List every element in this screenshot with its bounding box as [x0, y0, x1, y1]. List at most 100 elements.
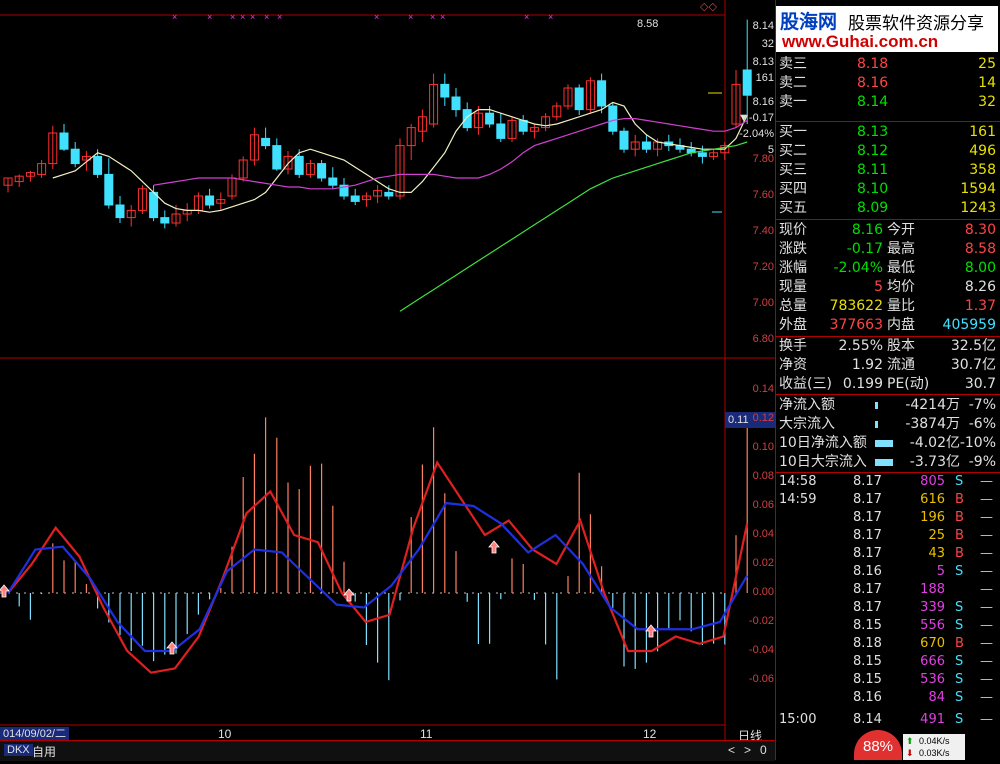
- candle[interactable]: [283, 151, 293, 175]
- candle[interactable]: [216, 192, 226, 211]
- candle[interactable]: [81, 151, 91, 171]
- signal-x-icon: ×: [548, 12, 553, 22]
- candle[interactable]: [48, 125, 58, 169]
- candle[interactable]: [249, 127, 259, 166]
- tick-row[interactable]: 8.17 339 S —: [775, 599, 1000, 617]
- candle[interactable]: [205, 188, 215, 209]
- tick-row[interactable]: 15:00 8.14 491 S —: [775, 711, 1000, 729]
- tick-row[interactable]: 8.18 670 B —: [775, 635, 1000, 653]
- kline-chart[interactable]: × × × × × × × × × × × × × 8.58 ◇◇ 8.14 32 8.13 161 8.16 ▼…: [0, 0, 775, 761]
- candle[interactable]: [272, 138, 282, 171]
- candle[interactable]: [70, 142, 80, 168]
- bid-row[interactable]: 买四 8.10 1594: [775, 180, 1000, 199]
- candle[interactable]: [417, 109, 427, 142]
- tick-row[interactable]: 8.17 188 —: [775, 581, 1000, 599]
- tick-price: 8.17: [853, 600, 882, 615]
- tick-row[interactable]: 14:58 8.17 805 S —: [775, 473, 1000, 491]
- tick-row[interactable]: 8.16 5 S —: [775, 563, 1000, 581]
- candle[interactable]: [406, 124, 416, 160]
- nav-next-button[interactable]: >: [744, 743, 751, 757]
- candle[interactable]: [709, 149, 719, 160]
- candle[interactable]: [630, 134, 640, 157]
- candle[interactable]: [137, 185, 147, 214]
- tick-row[interactable]: 8.16 84 S —: [775, 689, 1000, 707]
- chart-canvas[interactable]: × × × × × × × × × × × × ×: [0, 0, 775, 760]
- candle[interactable]: [328, 167, 338, 189]
- candle[interactable]: [115, 196, 125, 223]
- candle[interactable]: [350, 188, 360, 205]
- candle[interactable]: [373, 185, 383, 204]
- candle[interactable]: [518, 115, 528, 135]
- tick-dash: —: [980, 564, 993, 579]
- candle[interactable]: [496, 113, 506, 142]
- quote-panel: 卖四8.191640卖三8.1825卖二8.1614卖一8.1432买一8.13…: [775, 0, 1000, 760]
- ask-row[interactable]: 卖三 8.18 25: [775, 55, 1000, 74]
- nav-prev-button[interactable]: <: [728, 743, 735, 757]
- candle[interactable]: [653, 138, 663, 157]
- bid-row[interactable]: 买三 8.11 358: [775, 161, 1000, 180]
- bid-row[interactable]: 买五 8.09 1243: [775, 199, 1000, 218]
- bid-price: 8.13: [857, 124, 889, 140]
- tick-row[interactable]: 8.15 666 S —: [775, 653, 1000, 671]
- candle[interactable]: [104, 158, 114, 209]
- indicator-tick-label: 0.12: [752, 412, 774, 424]
- candle[interactable]: [149, 185, 159, 222]
- tick-row[interactable]: 14:59 8.17 616 B —: [775, 491, 1000, 509]
- candle[interactable]: [641, 134, 651, 153]
- ask-row[interactable]: 卖二 8.16 14: [775, 74, 1000, 93]
- tick-price: 8.18: [853, 636, 882, 651]
- tick-volume: 25: [928, 528, 945, 543]
- candle[interactable]: [552, 102, 562, 121]
- candle[interactable]: [507, 116, 517, 142]
- candle[interactable]: [429, 73, 439, 128]
- tick-row[interactable]: 8.15 536 S —: [775, 671, 1000, 689]
- candle[interactable]: [574, 84, 584, 115]
- candle[interactable]: [451, 88, 461, 117]
- stat-value: 8.26: [964, 279, 996, 295]
- stat-row: 外盘 377663 内盘 405959: [775, 316, 1000, 335]
- bid-row[interactable]: 买二 8.12 496: [775, 142, 1000, 161]
- price-tick-label: 7.80: [752, 153, 774, 165]
- candle[interactable]: [339, 178, 349, 200]
- candle[interactable]: [317, 160, 327, 182]
- candle[interactable]: [25, 170, 35, 182]
- candle[interactable]: [160, 210, 170, 229]
- price-tick-label: 7.40: [752, 225, 774, 237]
- candle[interactable]: [585, 77, 595, 114]
- tab-custom[interactable]: 自用: [32, 743, 56, 760]
- candle[interactable]: [14, 174, 24, 187]
- candle[interactable]: [440, 73, 450, 106]
- candle[interactable]: [541, 113, 551, 132]
- candle[interactable]: [608, 102, 618, 135]
- candle[interactable]: [59, 124, 69, 151]
- diamond-icon[interactable]: ◇◇: [700, 0, 717, 13]
- candle[interactable]: [395, 138, 405, 200]
- tab-dkx[interactable]: DKX: [4, 744, 33, 756]
- candle[interactable]: [37, 160, 47, 178]
- candle[interactable]: [563, 84, 573, 110]
- tick-volume: 339: [920, 600, 945, 615]
- tick-row[interactable]: 8.15 556 S —: [775, 617, 1000, 635]
- stat-label: 现量: [779, 279, 807, 295]
- candle[interactable]: [529, 124, 539, 139]
- indicator-tick-label: 0.10: [752, 441, 774, 453]
- candle[interactable]: [182, 203, 192, 222]
- candle[interactable]: [261, 127, 271, 150]
- flow-bar: [875, 440, 893, 447]
- candle[interactable]: [473, 106, 483, 135]
- candle[interactable]: [126, 205, 136, 227]
- candle[interactable]: [238, 156, 248, 182]
- nav-zero-button[interactable]: 0: [760, 743, 767, 757]
- ask-row[interactable]: 卖一 8.14 32: [775, 93, 1000, 112]
- tick-row[interactable]: 8.17 196 B —: [775, 509, 1000, 527]
- bid-row[interactable]: 买一 8.13 161: [775, 123, 1000, 142]
- flow-label: 大宗流入: [779, 416, 835, 432]
- stat-value: 8.58: [964, 241, 996, 257]
- candle[interactable]: [3, 177, 13, 193]
- candle[interactable]: [619, 127, 629, 153]
- candle[interactable]: [305, 160, 315, 178]
- bid-price: 8.09: [857, 200, 889, 216]
- candle[interactable]: [361, 192, 371, 207]
- tick-row[interactable]: 8.17 25 B —: [775, 527, 1000, 545]
- tick-row[interactable]: 8.17 43 B —: [775, 545, 1000, 563]
